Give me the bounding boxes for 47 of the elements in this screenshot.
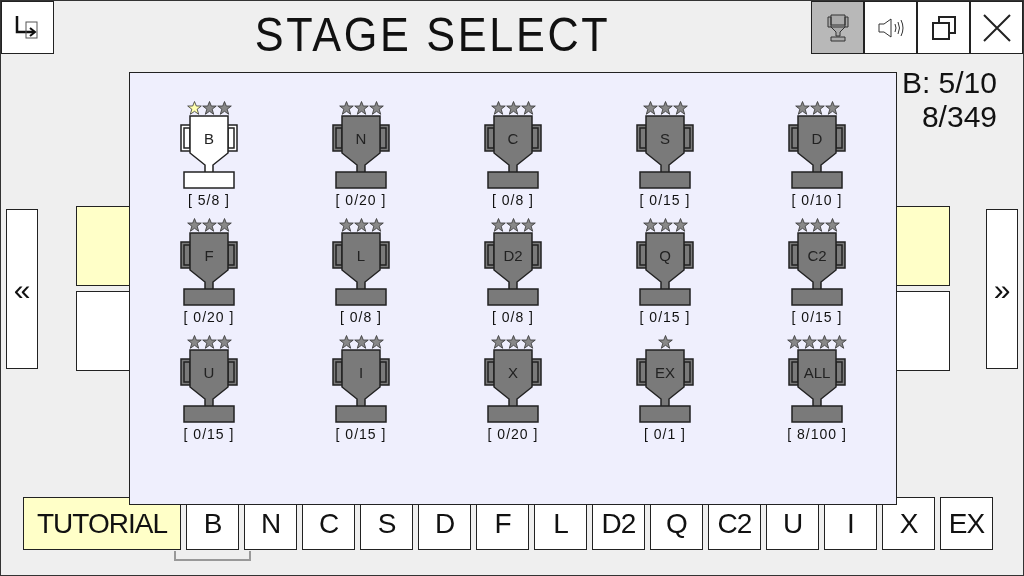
progress-text: [ 0/8 ] (492, 192, 534, 208)
trophy-label: I (357, 364, 365, 382)
windows-icon (929, 13, 958, 42)
progress-text: [ 5/8 ] (188, 192, 230, 208)
progress-text: [ 0/10 ] (791, 192, 843, 208)
trophy-label: N (354, 130, 368, 148)
trophy-icon (825, 12, 850, 43)
progress-text: [ 0/1 ] (644, 426, 686, 442)
trophy-label: L (355, 247, 367, 265)
progress-text: [ 0/15 ] (639, 192, 691, 208)
page-title: STAGE SELECT (254, 9, 611, 61)
close-icon (981, 12, 1012, 43)
back-button[interactable] (1, 1, 54, 54)
progress-text: [ 0/15 ] (183, 426, 235, 442)
trophy-label: C2 (806, 247, 828, 265)
stat-text: 8/349 (921, 101, 997, 133)
progress-text: [ 0/8 ] (340, 309, 382, 325)
trophy-label: X (507, 364, 519, 382)
stat-text: B: 5/10 (901, 67, 997, 99)
progress-text: [ 0/20 ] (335, 192, 387, 208)
trophy-label: B (203, 130, 215, 148)
speaker-icon (875, 15, 906, 40)
progress-text: [ 0/20 ] (487, 426, 539, 442)
close-button[interactable] (970, 1, 1023, 54)
progress-text: [ 0/15 ] (639, 309, 691, 325)
progress-text: [ 0/15 ] (791, 309, 843, 325)
trophy-label: ALL (802, 364, 832, 382)
window-mode-button[interactable] (917, 1, 970, 54)
trophy-label: C (506, 130, 520, 148)
trophy-label: Q (658, 247, 672, 265)
trophy-label: EX (654, 364, 676, 382)
previous-page-button[interactable]: « (6, 209, 38, 369)
progress-text: [ 0/20 ] (183, 309, 235, 325)
progress-text: [ 0/15 ] (335, 426, 387, 442)
trophies-button[interactable] (811, 1, 864, 54)
progress-text: [ 0/8 ] (492, 309, 534, 325)
trophy-label: S (659, 130, 671, 148)
trophy-label: D2 (502, 247, 524, 265)
trophy-label: D (810, 130, 824, 148)
stage-tab[interactable]: TUTORIAL (23, 497, 181, 550)
trophy-label: F (203, 247, 215, 265)
progress-text: [ 8/100 ] (787, 426, 847, 442)
next-page-button[interactable]: » (986, 209, 1018, 369)
stage-tab[interactable]: EX (940, 497, 993, 550)
sound-button[interactable] (864, 1, 917, 54)
trophy-label: U (202, 364, 216, 382)
stage-tab[interactable]: X (882, 497, 935, 550)
